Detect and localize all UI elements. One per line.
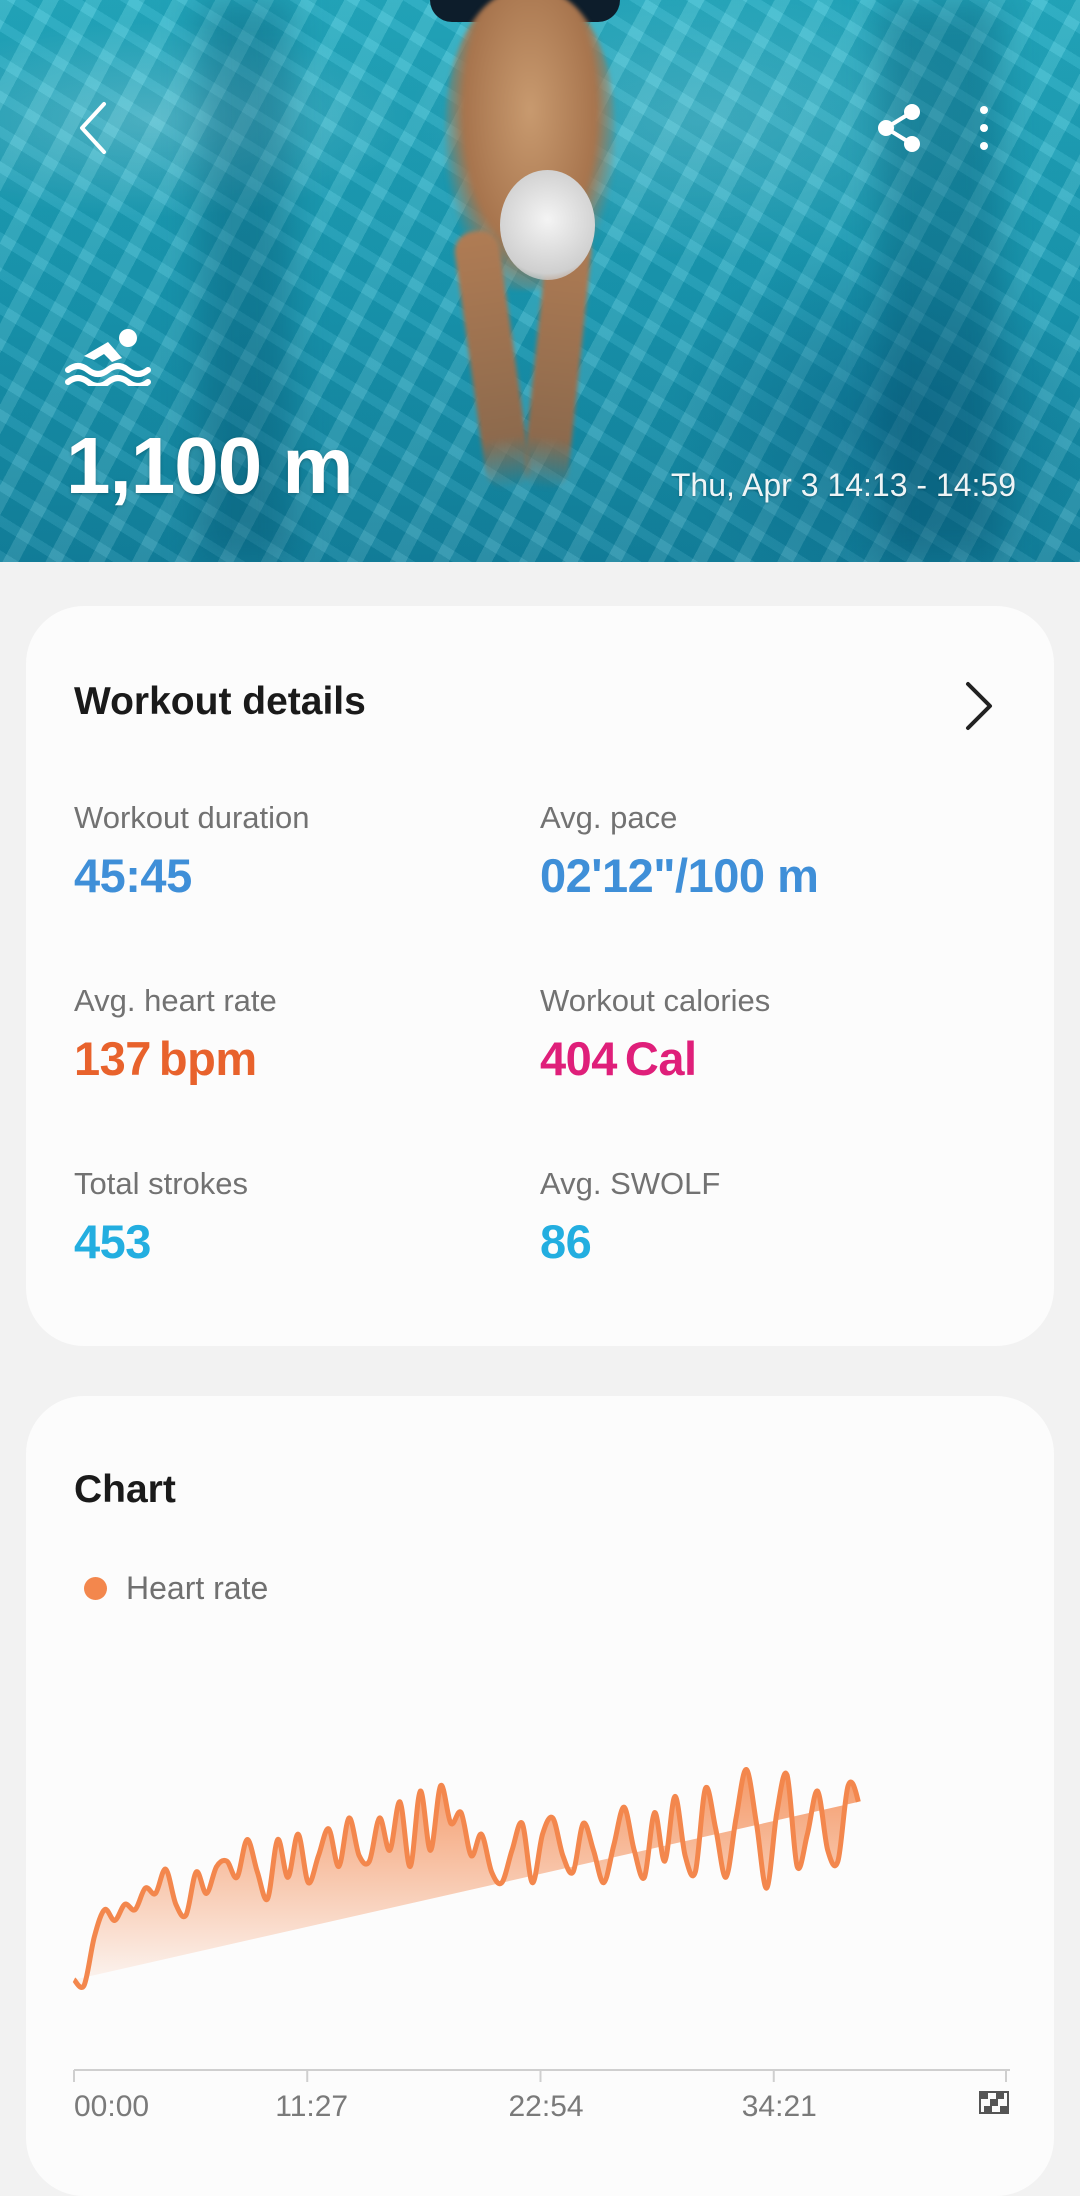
x-tick-label: 22:54: [509, 2090, 584, 2123]
stat-total-strokes: Total strokes 453: [74, 1166, 514, 1269]
stat-unit: Cal: [624, 1032, 697, 1085]
stat-avg-heart-rate: Avg. heart rate 137 bpm: [74, 983, 514, 1086]
stat-label: Workout duration: [74, 800, 310, 835]
stat-unit: bpm: [158, 1032, 257, 1085]
share-icon[interactable]: [872, 98, 928, 158]
stat-workout-duration: Workout duration 45:45: [74, 800, 514, 903]
x-tick-label: 00:00: [74, 2090, 149, 2123]
swimmer-cap: [500, 170, 595, 280]
more-vertical-icon[interactable]: [964, 98, 1004, 158]
stat-label: Total strokes: [74, 1166, 249, 1201]
chart-legend: Heart rate: [84, 1570, 268, 1607]
hero-photo: 1,100 m Thu, Apr 3 14:13 - 14:59: [0, 0, 1080, 562]
stat-value: 86: [540, 1215, 592, 1268]
workout-details-card[interactable]: Workout details Workout duration 45:45 A…: [26, 606, 1054, 1346]
stat-value: 404 Cal: [540, 1032, 697, 1085]
chevron-right-icon[interactable]: [956, 676, 996, 736]
stat-value: 02'12"/100 m: [540, 849, 819, 902]
finish-flag-icon: [979, 2091, 1009, 2114]
swimming-icon: [64, 326, 154, 389]
workout-details-title: Workout details: [74, 680, 366, 723]
stat-avg-swolf: Avg. SWOLF 86: [540, 1166, 980, 1269]
legend-label: Heart rate: [126, 1570, 269, 1606]
stat-label: Avg. pace: [540, 800, 678, 835]
chart-card: Chart Heart rate 00:00 11:27 22:54 34:21: [26, 1396, 1054, 2196]
stat-label: Avg. SWOLF: [540, 1166, 721, 1201]
stat-value: 45:45: [74, 849, 192, 902]
back-arrow-icon[interactable]: [70, 98, 130, 158]
stat-unit: /100 m: [675, 849, 819, 902]
workout-distance: 1,100 m: [66, 421, 354, 510]
stat-avg-pace: Avg. pace 02'12"/100 m: [540, 800, 980, 903]
stat-label: Workout calories: [540, 983, 771, 1018]
x-tick-label: 11:27: [275, 2090, 348, 2123]
chart-title: Chart: [74, 1468, 176, 1511]
workout-date-range: Thu, Apr 3 14:13 - 14:59: [670, 467, 1016, 503]
stat-value: 453: [74, 1215, 151, 1268]
stat-label: Avg. heart rate: [74, 983, 277, 1018]
x-tick-label: 34:21: [742, 2090, 817, 2123]
stat-workout-calories: Workout calories 404 Cal: [540, 983, 980, 1086]
legend-dot: [84, 1577, 107, 1600]
heart-rate-chart[interactable]: 00:00 11:27 22:54 34:21: [26, 1696, 1054, 2146]
stat-value: 137 bpm: [74, 1032, 257, 1085]
